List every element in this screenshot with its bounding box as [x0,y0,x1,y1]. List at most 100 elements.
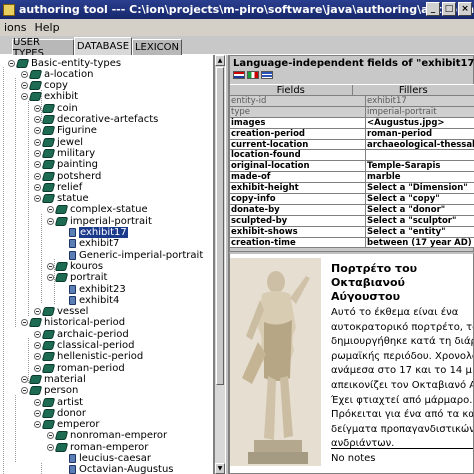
expand-handle-icon[interactable] [34,127,41,135]
filler-cell[interactable]: marble [366,172,474,182]
tree-node[interactable]: artist [34,396,83,408]
tree-node[interactable]: Generic-imperial-portrait [60,249,203,261]
entity-tree[interactable]: Basic-entity-types a-location copy exhibit c… [0,55,214,474]
tree-node[interactable]: roman-emperor [47,441,148,453]
filler-cell[interactable]: Select a "sculptor" [366,216,474,226]
filler-cell[interactable]: imperial-portrait [366,107,474,117]
expand-handle-icon[interactable] [34,116,41,123]
expand-handle-icon[interactable] [34,330,41,338]
tree-node[interactable]: portrait [47,272,107,284]
filler-cell[interactable]: <Augustus.jpg> [366,118,474,128]
tree-node[interactable]: person [21,385,78,397]
filler-cell[interactable]: Select a "entity" [366,227,474,237]
tree-node[interactable]: copy [21,80,68,92]
expand-handle-icon[interactable] [34,308,41,316]
tree-node[interactable]: exhibit23 [60,283,126,295]
table-row[interactable]: made-of marble [230,172,474,184]
tree-node[interactable]: Octavian-Augustus [60,464,174,474]
tree-node[interactable]: exhibit4 [60,294,119,306]
expand-handle-icon[interactable] [21,375,28,383]
tab-database[interactable]: DATABASE [74,37,132,55]
expand-handle-icon[interactable] [34,409,41,417]
table-row[interactable]: sculpted-by Select a "sculptor" [230,215,474,227]
greek-flag-icon[interactable] [261,71,273,79]
expand-handle-icon[interactable] [47,217,54,225]
expand-handle-icon[interactable] [34,353,41,361]
expand-handle-icon[interactable] [34,149,41,157]
tree-node[interactable]: emperor [34,419,100,431]
filler-cell[interactable]: exhibit17 [366,96,474,106]
tree-node[interactable]: relief [34,181,82,193]
tree-node[interactable]: exhibit7 [60,238,119,250]
table-row[interactable]: creation-timebetween (17 year AD) (14 y [230,237,474,249]
expand-handle-icon[interactable] [34,104,41,112]
expand-handle-icon[interactable] [34,183,41,191]
tree-node[interactable]: kouros [47,260,103,272]
table-row[interactable]: location-found [230,150,474,162]
table-row[interactable]: original-location Temple-Sarapis [230,161,474,173]
tree-node[interactable]: material [21,373,86,385]
tree-node[interactable]: classical-period [34,340,134,352]
close-icon[interactable]: × [458,2,472,16]
table-row[interactable]: donate-by Select a "donor" [230,204,474,216]
tree-node[interactable]: historical-period [21,317,125,329]
table-row[interactable]: entity-id exhibit17 [230,96,474,107]
tree-node[interactable]: painting [34,159,98,171]
menu-help[interactable]: Help [31,21,64,34]
filler-cell[interactable]: Temple-Sarapis [366,161,474,171]
expand-handle-icon[interactable] [47,274,54,282]
tree-node[interactable]: jewel [34,136,83,148]
tree-node[interactable]: archaic-period [34,328,129,340]
filler-cell[interactable]: between (17 year AD) (14 y [366,238,474,248]
expand-handle-icon[interactable] [34,398,41,406]
tree-node[interactable]: vessel [34,306,88,318]
expand-handle-icon[interactable] [21,319,28,327]
tree-node[interactable]: exhibit [21,91,78,103]
expand-handle-icon[interactable] [21,387,28,395]
tree-node[interactable]: military [34,147,95,159]
filler-cell[interactable]: archaeological-thessalonik [366,140,474,150]
filler-cell[interactable]: Select a "Dimension" [366,183,474,193]
english-flag-icon[interactable] [233,71,245,79]
filler-cell[interactable]: Select a "copy" [366,194,474,204]
tree-node[interactable]: potsherd [34,170,101,182]
tab-user-types[interactable]: USER TYPES [12,37,74,59]
table-row[interactable]: images <Augustus.jpg> [230,117,474,129]
expand-handle-icon[interactable] [47,206,54,214]
tree-node[interactable]: statue [34,193,89,205]
menu-options[interactable]: ions [0,21,31,34]
expand-handle-icon[interactable] [21,82,28,90]
tree-scrollbar[interactable]: ▲ ▼ [214,55,225,474]
expand-handle-icon[interactable] [21,93,28,101]
expand-handle-icon[interactable] [21,70,28,78]
expand-handle-icon[interactable] [47,443,54,451]
tree-node[interactable]: roman-period [34,362,125,374]
expand-handle-icon[interactable] [34,421,41,429]
tree-node[interactable]: leucius-caesar [60,453,151,465]
scroll-thumb[interactable] [216,67,224,385]
tree-node[interactable]: Basic-entity-types [8,57,121,69]
scroll-down-icon[interactable]: ▼ [215,463,225,474]
tree-node[interactable]: exhibit17 [60,227,128,239]
expand-handle-icon[interactable] [34,342,41,349]
table-row[interactable]: current-locationarchaeological-thessalon… [230,139,474,151]
tree-node[interactable]: a-location [21,68,93,80]
expand-handle-icon[interactable] [47,432,54,440]
table-row[interactable]: copy-info Select a "copy" [230,194,474,205]
expand-handle-icon[interactable] [34,161,41,169]
tree-node[interactable]: nonroman-emperor [47,430,167,442]
filler-cell[interactable] [366,150,474,160]
title-bar[interactable]: authoring tool --- C:\ion\projects\m-pir… [0,0,474,19]
italian-flag-icon[interactable] [247,71,259,79]
expand-handle-icon[interactable] [34,138,41,146]
table-row[interactable]: exhibit-height Select a "Dimension" [230,183,474,195]
table-row[interactable]: type imperial-portrait [230,106,474,118]
tree-node[interactable]: complex-statue [47,204,148,216]
column-header-fillers[interactable]: Fillers [353,85,474,96]
tree-node[interactable]: decorative-artefacts [34,114,158,126]
table-row[interactable]: exhibit-shows Select a "entity" [230,226,474,238]
expand-handle-icon[interactable] [47,262,54,270]
expand-handle-icon[interactable] [34,172,41,180]
filler-cell[interactable]: Select a "donor" [366,205,474,215]
tree-node[interactable]: donor [34,407,86,419]
